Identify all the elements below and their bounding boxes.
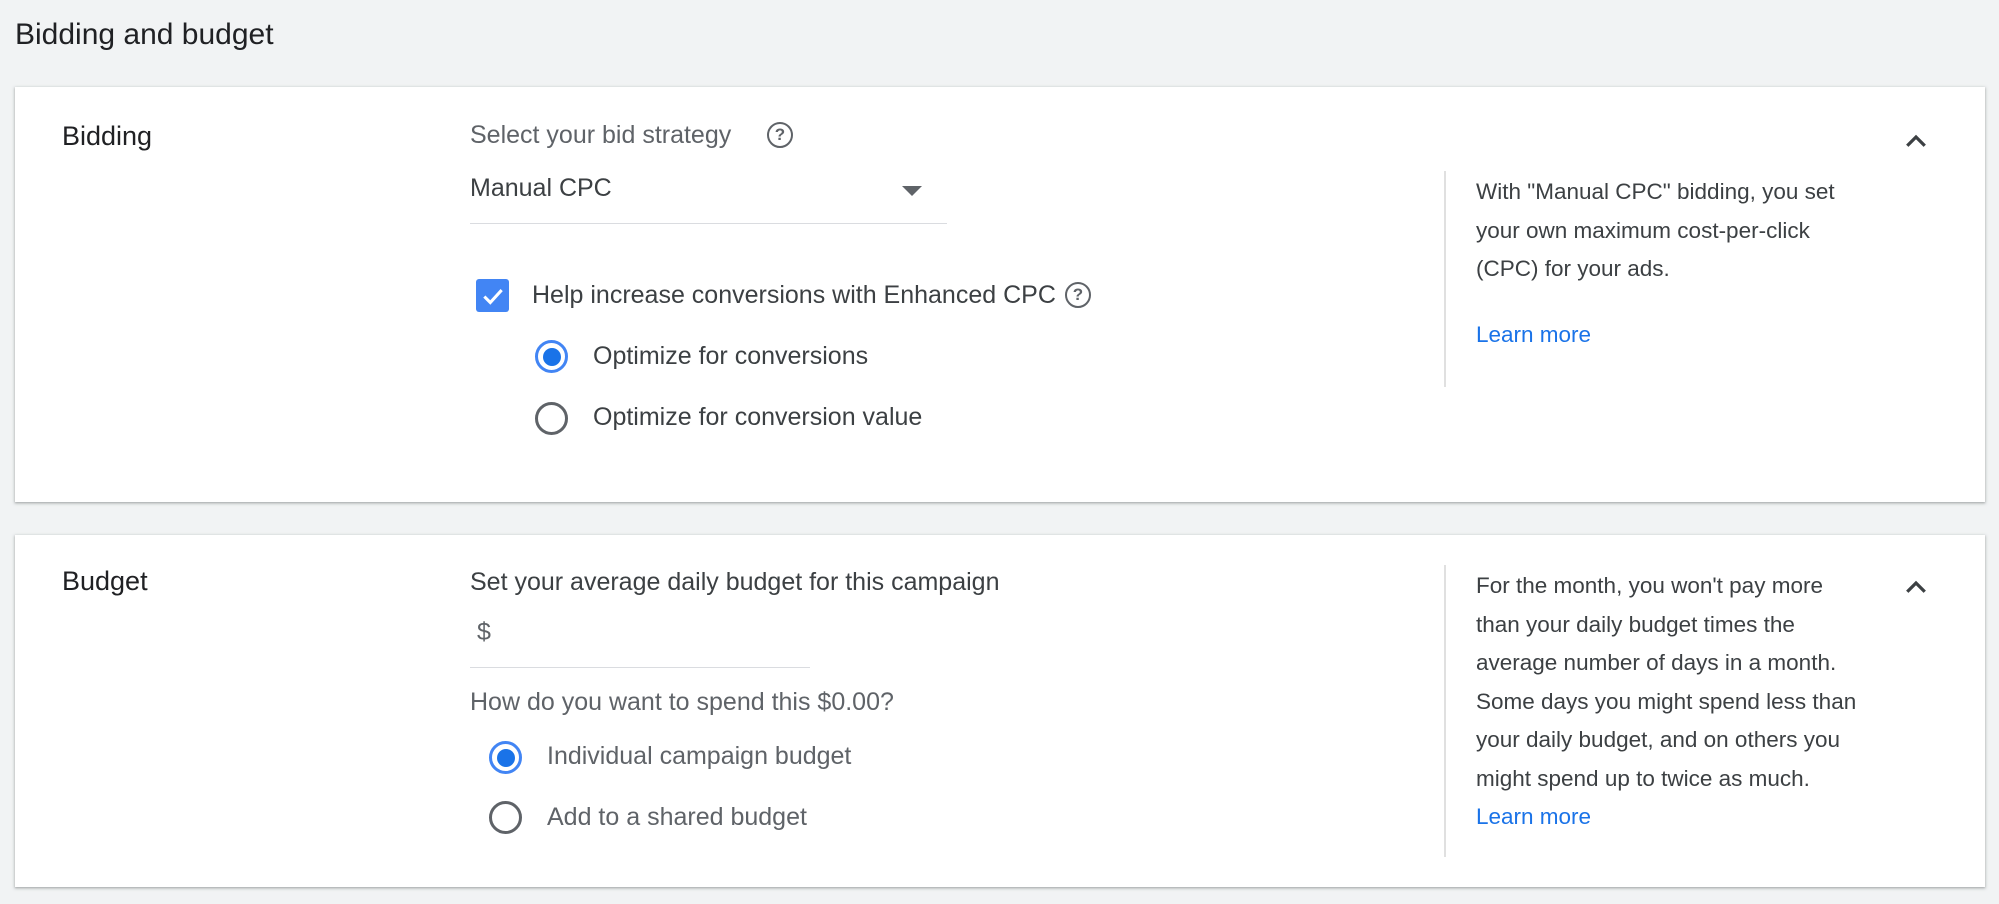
bid-strategy-label: Select your bid strategy	[470, 121, 732, 149]
bidding-card: Bidding Select your bid strategy ? Manua…	[15, 87, 1985, 502]
budget-card: Budget Set your average daily budget for…	[15, 535, 1985, 887]
individual-budget-label: Individual campaign budget	[547, 742, 852, 770]
bid-strategy-help-icon[interactable]: ?	[767, 122, 793, 148]
bidding-divider	[1444, 171, 1446, 387]
bidding-learn-more-link[interactable]: Learn more	[1476, 316, 1591, 355]
shared-budget-radio[interactable]	[489, 801, 522, 834]
budget-help-text: For the month, you won't pay more than y…	[1476, 567, 1861, 837]
budget-section-title: Budget	[62, 566, 148, 596]
checkmark-icon	[482, 288, 503, 305]
optimize-conversion-value-label: Optimize for conversion value	[593, 403, 923, 431]
bidding-help-body: With "Manual CPC" bidding, you set your …	[1476, 179, 1835, 281]
radio-selected-dot	[542, 347, 561, 366]
radio-selected-dot	[496, 748, 515, 767]
budget-divider	[1444, 565, 1446, 857]
bid-strategy-select[interactable]: Manual CPC	[470, 173, 947, 224]
page-title: Bidding and budget	[15, 18, 274, 51]
dropdown-arrow-icon	[902, 186, 922, 196]
budget-help-body: For the month, you won't pay more than y…	[1476, 573, 1857, 791]
shared-budget-label: Add to a shared budget	[547, 803, 807, 831]
budget-learn-more-link[interactable]: Learn more	[1476, 804, 1591, 829]
optimize-conversions-radio[interactable]	[535, 340, 568, 373]
optimize-conversion-value-radio[interactable]	[535, 402, 568, 435]
collapse-chevron-up-icon[interactable]	[1901, 127, 1931, 157]
bid-strategy-value: Manual CPC	[470, 174, 612, 202]
spend-question: How do you want to spend this $0.00?	[470, 688, 894, 716]
currency-symbol: $	[477, 618, 491, 646]
daily-budget-input[interactable]: $	[470, 613, 810, 668]
individual-budget-radio[interactable]	[489, 741, 522, 774]
enhanced-cpc-help-icon[interactable]: ?	[1065, 282, 1091, 308]
enhanced-cpc-checkbox[interactable]	[476, 279, 509, 312]
collapse-chevron-up-icon[interactable]	[1901, 573, 1931, 603]
daily-budget-label: Set your average daily budget for this c…	[470, 568, 1000, 596]
bidding-section-title: Bidding	[62, 121, 153, 151]
optimize-conversions-label: Optimize for conversions	[593, 342, 869, 370]
bidding-help-text: With "Manual CPC" bidding, you set your …	[1476, 173, 1861, 289]
enhanced-cpc-label: Help increase conversions with Enhanced …	[532, 281, 1056, 309]
